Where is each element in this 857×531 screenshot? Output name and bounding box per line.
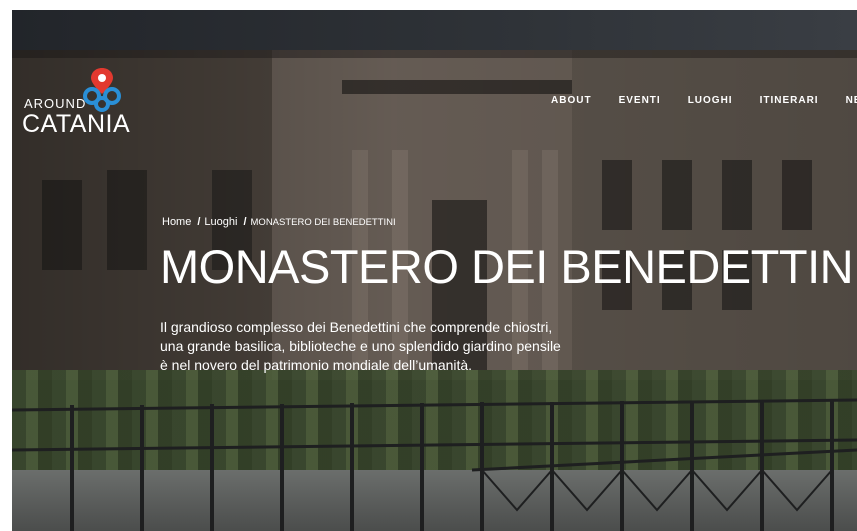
page-description: Il grandioso complesso dei Benedettini c… [160,319,561,373]
nav-itinerari[interactable]: ITINERARI [760,95,819,106]
breadcrumb-home[interactable]: Home [162,216,191,228]
nav-about[interactable]: ABOUT [551,95,592,106]
top-bar [12,10,857,50]
nav-eventi[interactable]: EVENTI [619,95,661,106]
iron-fence [12,398,857,531]
nav-news[interactable]: NEV [846,95,857,106]
map-pin-knot-icon [83,68,121,112]
logo-around-text: AROUND [24,96,87,111]
main-nav: ABOUT EVENTI LUOGHI ITINERARI NEV [551,95,857,106]
breadcrumb-luoghi[interactable]: Luoghi [204,216,237,228]
breadcrumb-separator: / [197,216,201,228]
breadcrumb-current: MONASTERO DEI BENEDETTINI [250,217,396,228]
breadcrumb-separator: / [243,216,247,228]
nav-luoghi[interactable]: LUOGHI [688,95,733,106]
site-logo[interactable]: AROUND CATANIA [22,66,152,138]
logo-city-text: CATANIA [22,110,131,138]
page-title: MONASTERO DEI BENEDETTINI [160,240,857,293]
breadcrumb: Home / Luoghi / MONASTERO DEI BENEDETTINI [162,216,396,228]
